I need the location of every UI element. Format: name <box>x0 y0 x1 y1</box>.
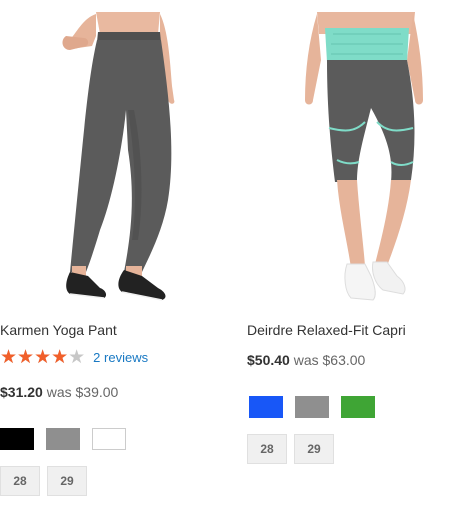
product-photo-deirdre <box>305 12 423 301</box>
was-label: was <box>293 352 319 368</box>
rating-stars: ★★★★★ ★★★★★ <box>0 348 85 367</box>
color-swatch-blue[interactable] <box>249 396 283 418</box>
price-box: $31.20 was $39.00 <box>0 384 118 400</box>
final-price: $31.20 <box>0 384 43 400</box>
product-image-karmen[interactable] <box>0 0 230 312</box>
color-swatch-black[interactable] <box>0 428 34 450</box>
product-image-deirdre[interactable] <box>247 0 469 312</box>
old-price: $39.00 <box>75 384 119 400</box>
color-swatch-gray[interactable] <box>295 396 329 418</box>
size-option-29[interactable]: 29 <box>47 466 87 496</box>
color-swatch-green[interactable] <box>341 396 375 418</box>
product-name[interactable]: Deirdre Relaxed-Fit Capri <box>247 322 406 338</box>
color-swatch-gray[interactable] <box>46 428 80 450</box>
old-price: $63.00 <box>322 352 366 368</box>
rating-summary: ★★★★★ ★★★★★ 2 reviews <box>0 348 148 367</box>
size-option-29[interactable]: 29 <box>294 434 334 464</box>
size-option-28[interactable]: 28 <box>247 434 287 464</box>
final-price: $50.40 <box>247 352 290 368</box>
color-swatch-white[interactable] <box>92 428 126 450</box>
reviews-link[interactable]: 2 reviews <box>93 350 148 365</box>
size-option-28[interactable]: 28 <box>0 466 40 496</box>
was-label: was <box>46 384 72 400</box>
product-photo-karmen <box>62 12 175 301</box>
price-box: $50.40 was $63.00 <box>247 352 365 368</box>
product-name[interactable]: Karmen Yoga Pant <box>0 322 117 338</box>
rating-stars-filled: ★★★★★ <box>0 348 69 367</box>
